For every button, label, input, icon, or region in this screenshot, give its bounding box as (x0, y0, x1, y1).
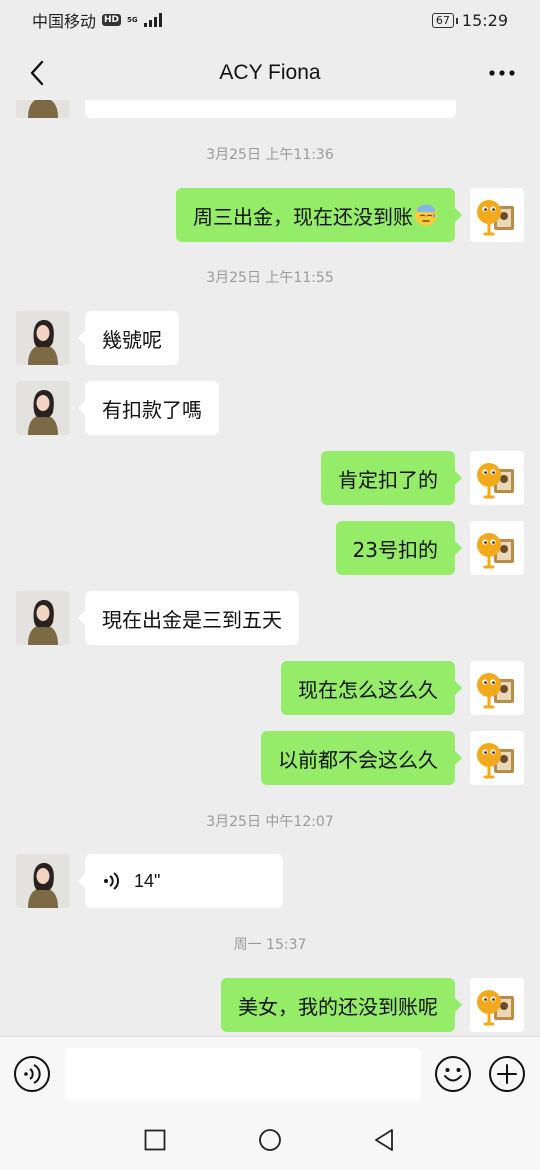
message-bubble-received[interactable]: 幾號呢 (78, 311, 179, 365)
home-icon (259, 1129, 281, 1151)
avatar-fiona[interactable] (16, 311, 70, 365)
avatar-me[interactable] (470, 978, 524, 1032)
avatar-me[interactable] (470, 521, 524, 575)
status-bar: 中国移动 HD 5G 67 15:29 (0, 0, 540, 40)
message-bubble-sent[interactable]: 美女，我的还没到账呢 (221, 978, 462, 1032)
carrier-name: 中国移动 (32, 12, 97, 31)
avatar-me[interactable] (470, 731, 524, 785)
voice-duration: 14" (134, 870, 161, 891)
avatar-fiona[interactable] (16, 381, 70, 435)
avatar-me[interactable] (470, 451, 524, 505)
message-bubble-sent[interactable]: 现在怎么这么久 (281, 661, 462, 715)
avatar-fiona[interactable] (16, 591, 70, 645)
back-button[interactable] (18, 53, 58, 93)
network-type: 5G (127, 15, 138, 24)
timestamp: 3月25日 上午11:55 (206, 270, 334, 286)
chat-title: ACY Fiona (219, 61, 321, 84)
message-text: 23号扣的 (352, 537, 438, 562)
system-back-button[interactable] (372, 1128, 396, 1152)
status-right: 67 15:29 (431, 10, 508, 30)
network-label: 5G (127, 15, 138, 24)
message-bubble-sent[interactable]: 以前都不会这么久 (261, 731, 462, 785)
system-navigation-bar (0, 1108, 540, 1170)
recent-apps-button[interactable] (143, 1128, 167, 1152)
chevron-left-icon (30, 60, 44, 86)
message-input[interactable] (65, 1048, 421, 1101)
message-text: 以前都不会这么久 (278, 747, 438, 772)
voice-input-icon (14, 1056, 50, 1092)
plus-icon (489, 1056, 525, 1092)
back-triangle-icon (375, 1129, 393, 1151)
message-bubble-partial[interactable] (85, 100, 456, 118)
message-text: 周三出金，现在还没到账 (193, 204, 413, 229)
avatar-fiona[interactable] (16, 100, 70, 118)
more-functions-button[interactable] (488, 1055, 526, 1093)
message-bubble-received[interactable]: 現在出金是三到五天 (78, 591, 299, 645)
signal-icon (143, 13, 162, 27)
cold-sweat-emoji-icon (415, 204, 437, 226)
home-button[interactable] (258, 1128, 282, 1152)
more-horizontal-icon (489, 70, 515, 76)
message-bubble-sent[interactable]: 23号扣的 (335, 521, 463, 575)
timestamp: 3月25日 上午11:36 (206, 147, 334, 163)
chat-message-list[interactable]: 3月25日 上午11:36 周三出金，现在还没到账 3月25日 上午11:55 … (0, 100, 540, 1036)
voice-wave-icon (104, 872, 119, 890)
recent-apps-icon (144, 1129, 166, 1151)
voice-input-button[interactable] (13, 1055, 51, 1093)
avatar-fiona[interactable] (16, 854, 70, 908)
message-text: 美女，我的还没到账呢 (238, 994, 438, 1019)
message-text: 有扣款了嗎 (102, 397, 202, 422)
clock: 15:29 (461, 10, 508, 30)
avatar-me[interactable] (470, 661, 524, 715)
timestamp: 周一 15:37 (233, 937, 307, 953)
message-text: 肯定扣了的 (338, 467, 438, 492)
timestamp: 3月25日 中午12:07 (206, 814, 334, 830)
chat-input-bar (0, 1036, 540, 1109)
message-text: 現在出金是三到五天 (102, 607, 282, 632)
battery-icon: 67 (431, 12, 458, 28)
more-button[interactable] (482, 53, 522, 93)
message-bubble-sent[interactable]: 周三出金，现在还没到账 (176, 188, 462, 242)
emoji-button[interactable] (434, 1055, 472, 1093)
status-left: 中国移动 HD 5G (32, 8, 162, 32)
message-bubble-sent[interactable]: 肯定扣了的 (321, 451, 462, 505)
battery-level: 67 (435, 13, 450, 27)
emoji-icon (435, 1056, 471, 1092)
message-text: 幾號呢 (102, 327, 162, 352)
voice-message-bubble[interactable]: 14" (78, 854, 283, 908)
chat-header: ACY Fiona (0, 40, 540, 106)
avatar-me[interactable] (470, 188, 524, 242)
message-text: 现在怎么这么久 (298, 677, 438, 702)
hd-badge: HD (102, 14, 122, 26)
message-bubble-received[interactable]: 有扣款了嗎 (78, 381, 219, 435)
